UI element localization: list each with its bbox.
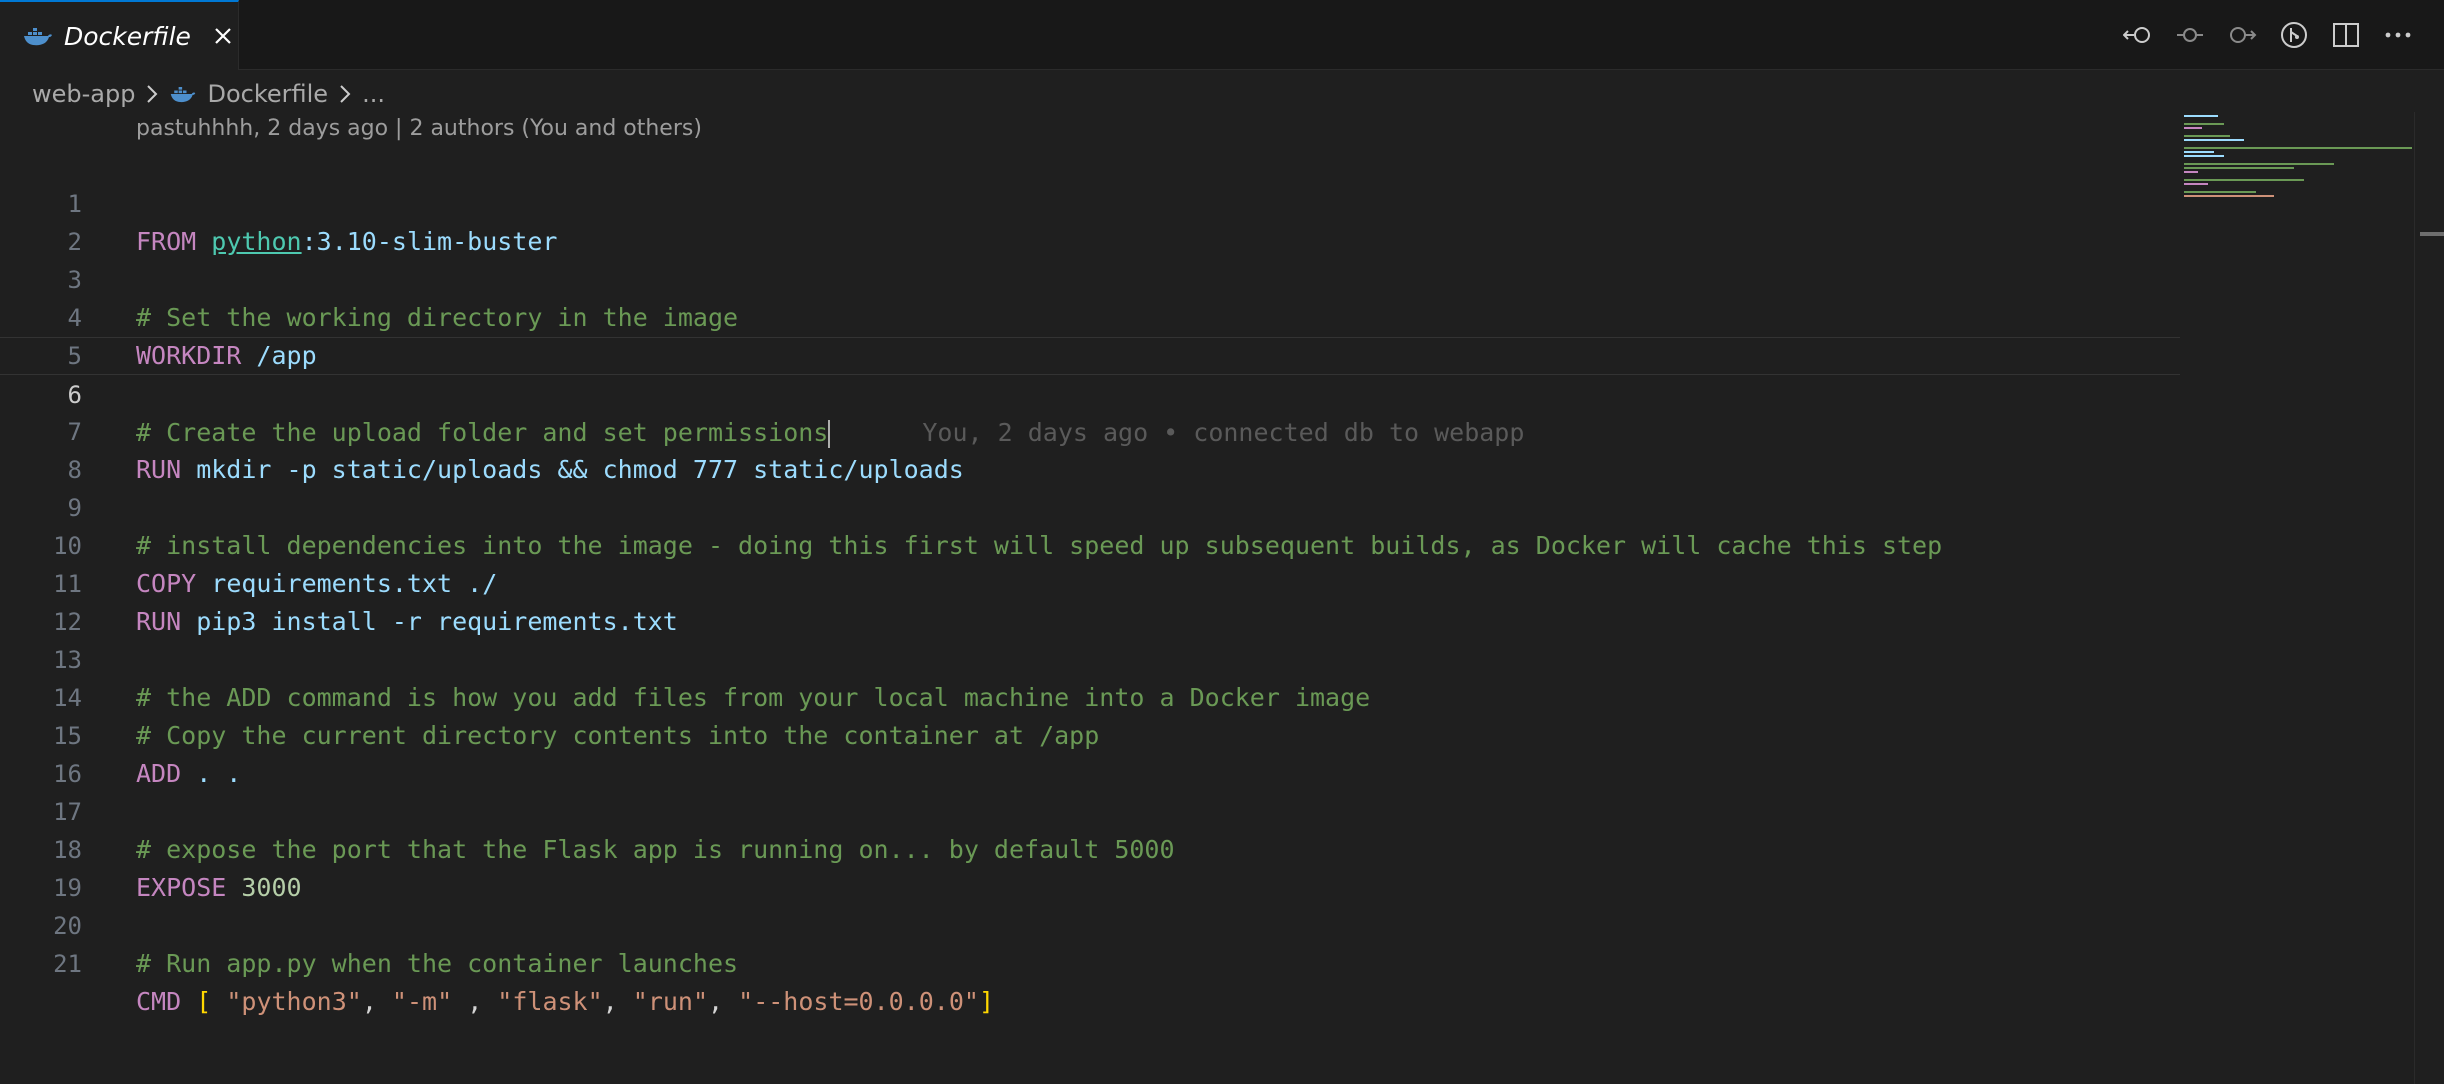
git-graph-button[interactable] (2278, 19, 2310, 51)
code-line: 20 # Run app.py when the container launc… (0, 869, 2180, 978)
close-icon[interactable] (211, 24, 235, 48)
chevron-right-icon (340, 85, 351, 103)
breadcrumb-folder[interactable]: web-app (32, 80, 135, 108)
docker-icon (24, 28, 52, 46)
code-line: 13 # the ADD command is how you add file… (0, 603, 2180, 712)
docker-icon (171, 87, 196, 103)
code-line: 17 # expose the port that the Flask app … (0, 755, 2180, 864)
code-line: 7 RUN mkdir -p static/uploads && chmod 7… (0, 375, 2180, 484)
code-line: 1 FROM python:3.10-slim-buster (0, 147, 2180, 256)
code-line: 21 CMD [ "python3", "-m" , "flask", "run… (0, 907, 2180, 1016)
code-line: 14 # Copy the current directory contents… (0, 641, 2180, 750)
previous-change-icon (2177, 28, 2203, 42)
previous-change-button[interactable] (2174, 19, 2206, 51)
cmd-arg: "flask" (497, 987, 603, 1016)
breadcrumb-file-label: Dockerfile (207, 80, 329, 108)
scrollbar-cursor-marker (2420, 232, 2444, 236)
cmd-arg: "python3" (226, 987, 362, 1016)
vertical-scrollbar[interactable] (2414, 112, 2444, 1084)
cmd-arg: "--host=0.0.0.0" (738, 987, 979, 1016)
cmd-arg: "-m" (391, 987, 453, 1016)
code-line: 4 WORKDIR /app (0, 261, 2180, 370)
code-line: 18 EXPOSE 3000 (0, 793, 2180, 902)
editor-actions (2122, 16, 2414, 54)
breadcrumb-more[interactable]: ... (362, 80, 385, 108)
line-number: 21 (53, 950, 82, 978)
code-line: 11 RUN pip3 install -r requirements.txt (0, 527, 2180, 636)
code-line: 9 # install dependencies into the image … (0, 451, 2180, 560)
open-changes-button[interactable] (2122, 19, 2154, 51)
tab-dockerfile[interactable]: Dockerfile (0, 0, 239, 70)
next-change-button[interactable] (2226, 19, 2258, 51)
split-editor-icon (2333, 23, 2359, 47)
breadcrumb-file[interactable]: Dockerfile (169, 80, 328, 108)
cmd-arg: "run" (632, 987, 709, 1016)
minimap[interactable] (2184, 112, 2414, 232)
code-line: 5 (0, 299, 2180, 370)
git-graph-icon (2281, 22, 2307, 48)
code-line: 12 (0, 565, 2180, 636)
code-line: 16 (0, 717, 2180, 788)
code-line: 10 COPY requirements.txt ./ (0, 489, 2180, 598)
code-line: 8 (0, 413, 2180, 484)
code-line: 3 # Set the working directory in the ima… (0, 223, 2180, 332)
code-line: 19 (0, 831, 2180, 902)
open-changes-icon (2123, 27, 2150, 43)
chevron-right-icon (147, 85, 158, 103)
more-actions-button[interactable] (2382, 19, 2414, 51)
more-actions-icon (2385, 32, 2411, 38)
keyword: CMD (136, 987, 182, 1016)
code-editor[interactable]: 1 FROM python:3.10-slim-buster 2 3 # Set… (0, 147, 2180, 1016)
next-change-icon (2230, 27, 2257, 43)
blame-header[interactable]: pastuhhhh, 2 days ago | 2 authors (You a… (136, 116, 702, 141)
tab-bar: Dockerfile (0, 0, 2444, 70)
split-editor-button[interactable] (2330, 19, 2362, 51)
breadcrumb: web-app Dockerfile ... (32, 74, 385, 114)
tab-label: Dockerfile (64, 21, 191, 51)
code-line: 2 (0, 185, 2180, 256)
comment: # Run app.py when the container launches (136, 949, 739, 978)
current-line: 6 # Create the upload folder and set per… (0, 337, 2180, 448)
code-line: 15 ADD . . (0, 679, 2180, 788)
